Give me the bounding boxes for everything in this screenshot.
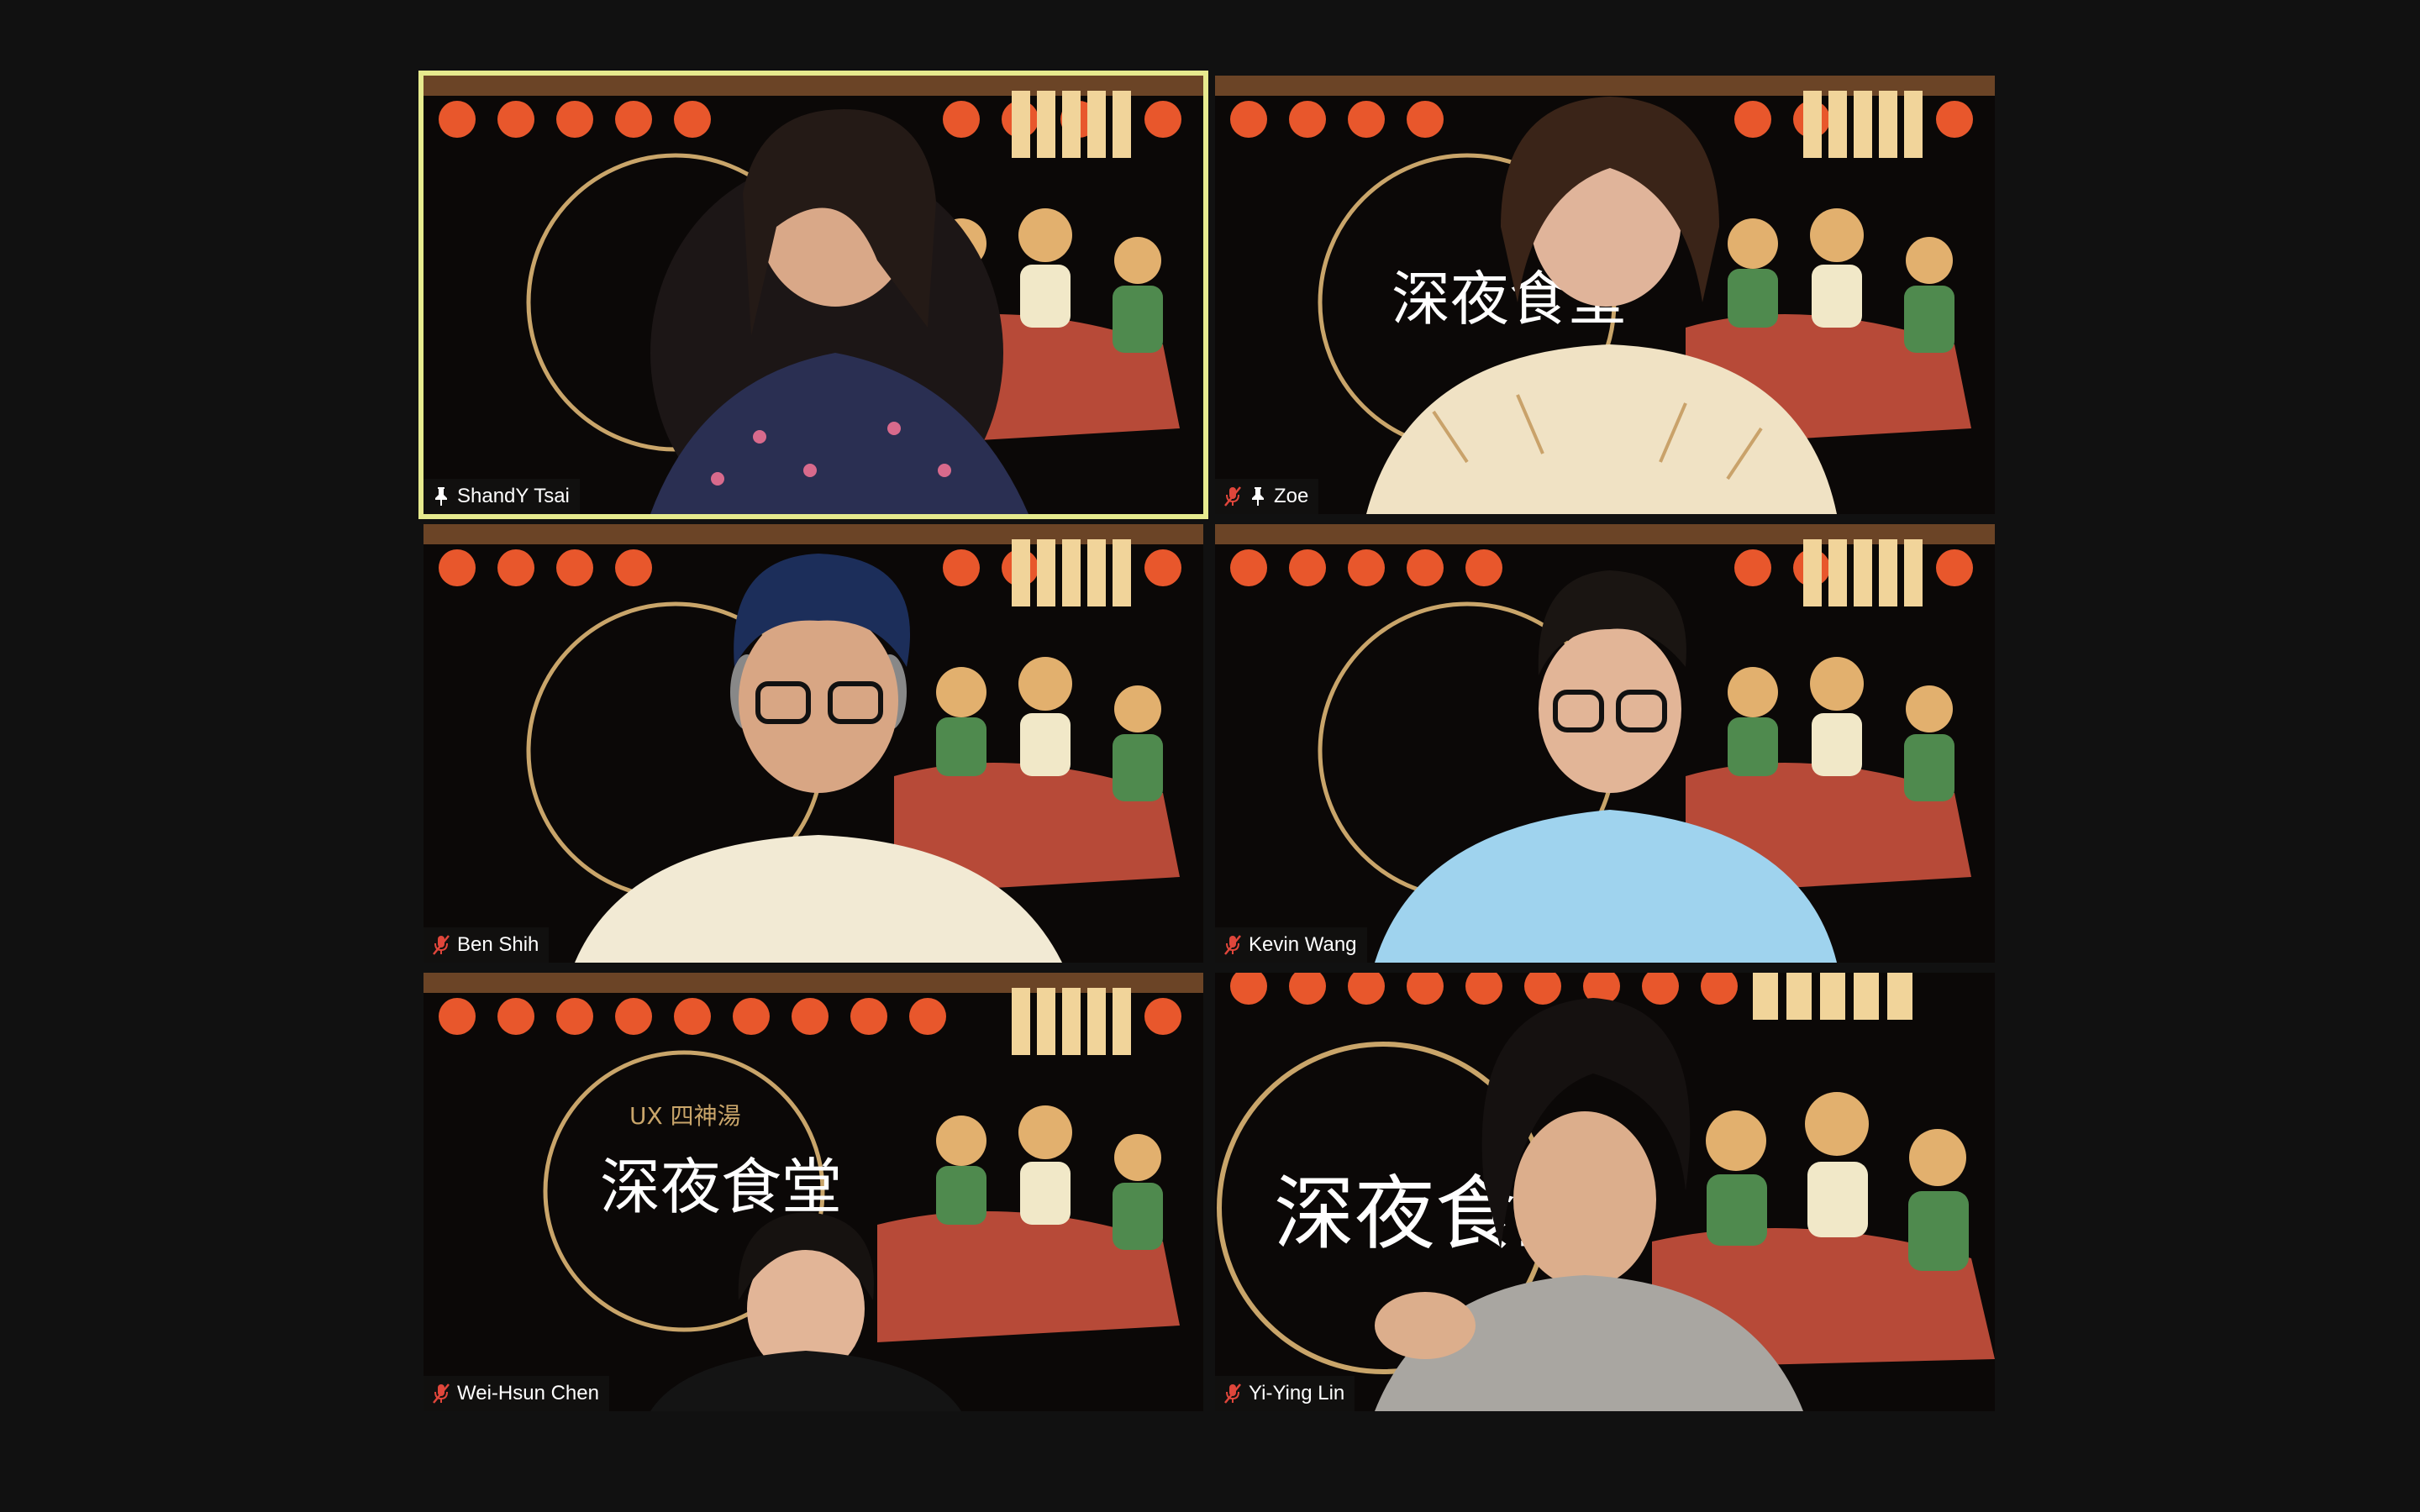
participant-name-plate: Zoe [1215,479,1319,514]
participant-name: Yi-Ying Lin [1249,1382,1345,1404]
muted-microphone-icon [1223,486,1242,507]
backdrop-logo: UX 四神湯 [629,1102,741,1130]
pin-icon [432,486,450,507]
video-gallery: ShandY Tsai 深夜食堂 Zoe Ben Shih Kevin Wang… [0,0,2420,1512]
virtual-background [424,524,1203,963]
video-tile-zoe[interactable]: 深夜食堂 Zoe [1215,76,1995,514]
participant-name: Zoe [1274,485,1309,507]
participant-name: Ben Shih [457,933,539,956]
muted-microphone-icon [432,1383,450,1404]
muted-microphone-icon [432,934,450,956]
muted-microphone-icon [1223,934,1242,956]
virtual-background: 深夜食堂 UX 四神湯 [424,973,1203,1411]
virtual-background [1215,524,1995,963]
virtual-background: 深夜食堂 [1215,973,1995,1411]
participant-name: ShandY Tsai [457,485,570,507]
participant-name: Kevin Wang [1249,933,1357,956]
participant-name-plate: Wei-Hsun Chen [424,1376,609,1411]
virtual-background: 深夜食堂 [1215,76,1995,514]
video-tile-kevin-wang[interactable]: Kevin Wang [1215,524,1995,963]
pin-icon [1249,486,1267,507]
video-tile-ben-shih[interactable]: Ben Shih [424,524,1203,963]
participant-name-plate: Yi-Ying Lin [1215,1376,1355,1411]
backdrop-title: 深夜食堂 [600,1152,842,1222]
participant-name-plate: ShandY Tsai [424,479,580,514]
video-tile-yi-ying-lin[interactable]: 深夜食堂 Yi-Ying Lin [1215,973,1995,1411]
participant-name: Wei-Hsun Chen [457,1382,599,1404]
muted-microphone-icon [1223,1383,1242,1404]
participant-name-plate: Kevin Wang [1215,927,1367,963]
participant-name-plate: Ben Shih [424,927,550,963]
video-tile-wei-hsun-chen[interactable]: 深夜食堂 UX 四神湯 Wei-Hsun Chen [424,973,1203,1411]
virtual-background [424,76,1203,514]
video-tile-shandy-tsai[interactable]: ShandY Tsai [418,71,1208,519]
